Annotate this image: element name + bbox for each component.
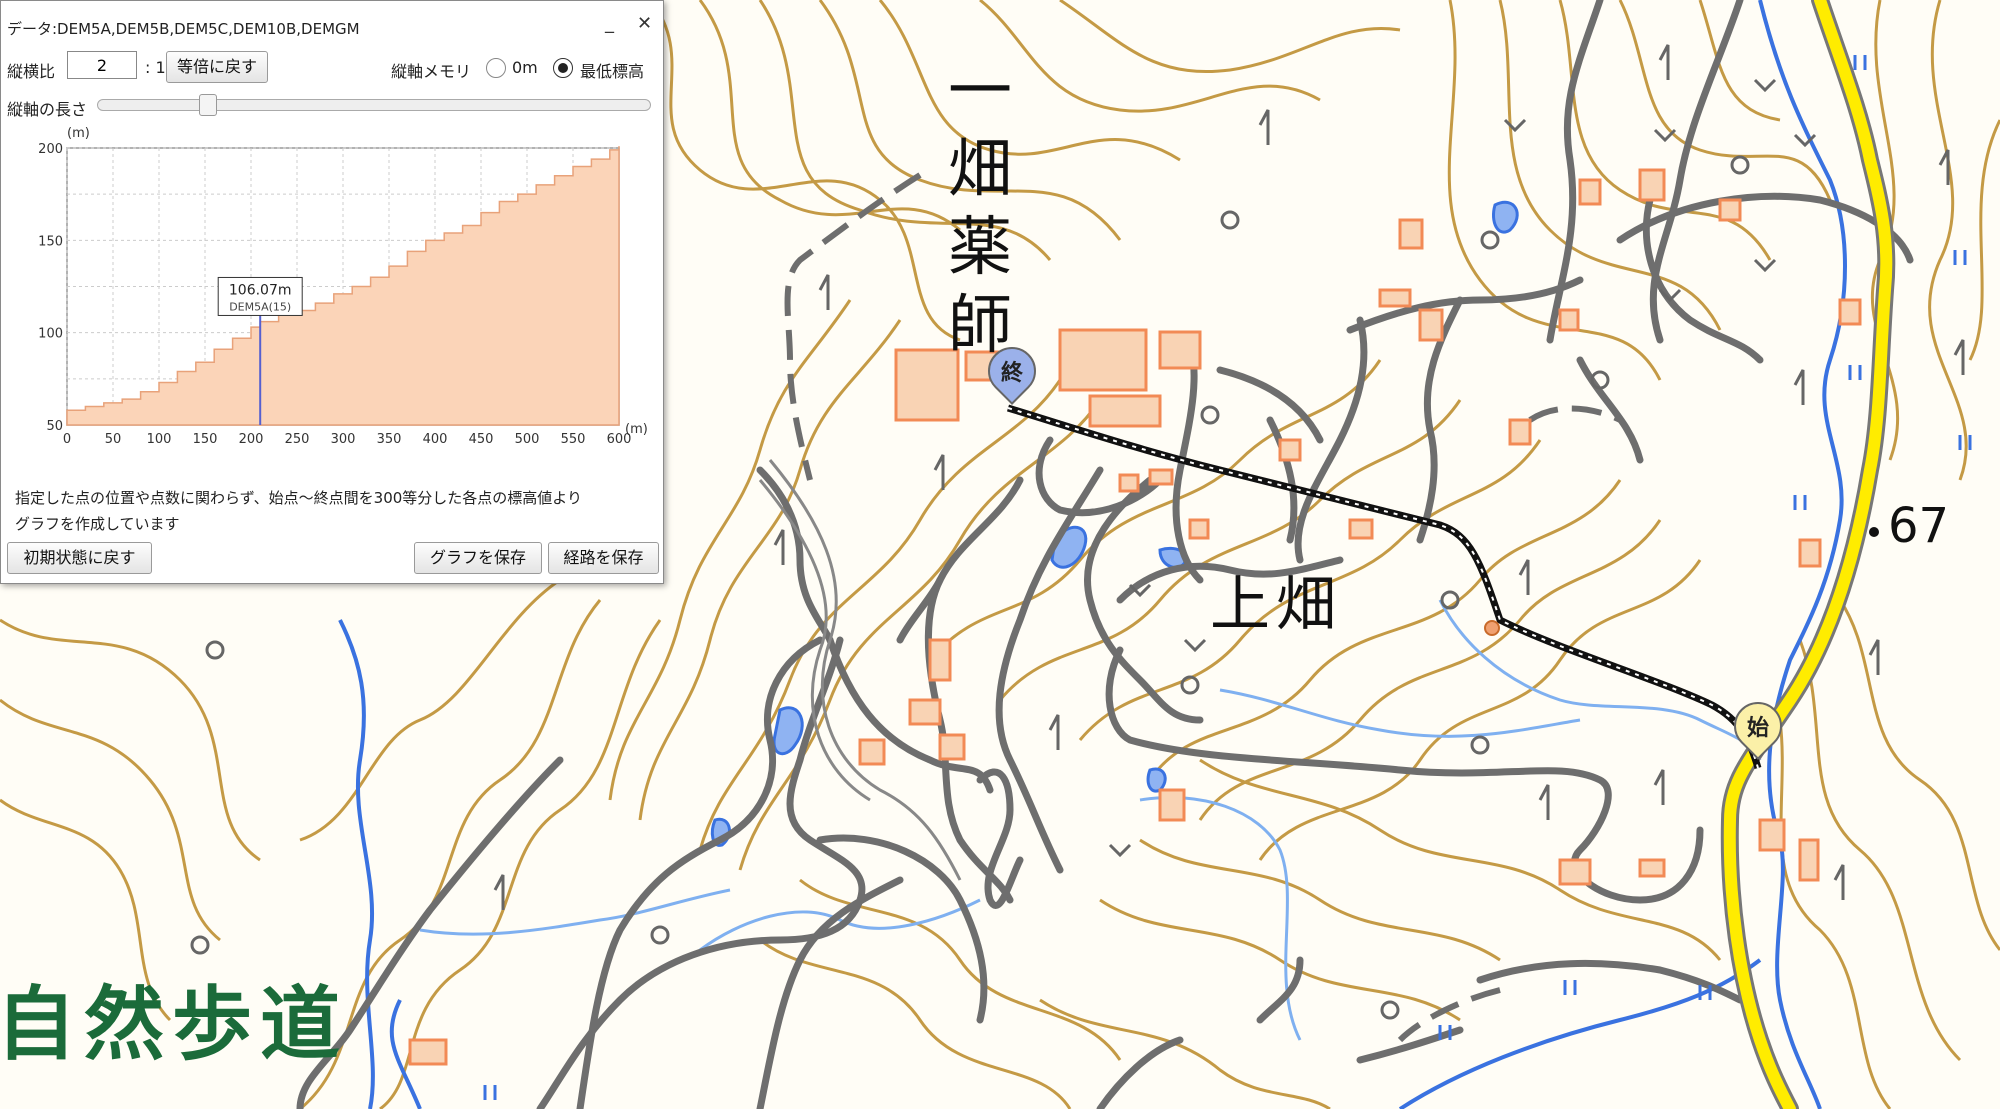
x-tick-label: 100 [147, 432, 172, 447]
profile-cursor-dot [1484, 620, 1500, 636]
x-tick-label: 350 [377, 432, 402, 447]
x-tick-label: 600 [607, 432, 632, 447]
save-graph-button[interactable]: グラフを保存 [414, 542, 542, 574]
y-tick-label: 150 [38, 234, 63, 249]
y-tick-label: 100 [38, 327, 63, 342]
aspect-ratio-suffix: : 1 [145, 58, 166, 77]
end-marker-label: 終 [1000, 361, 1024, 387]
min-elevation-radio[interactable] [553, 58, 573, 78]
minimize-button[interactable]: _ [605, 13, 614, 34]
x-tick-label: 300 [331, 432, 356, 447]
x-tick-label: 500 [515, 432, 540, 447]
aspect-ratio-label: 縦横比 [7, 62, 56, 81]
reset-ratio-button[interactable]: 等倍に戻す [166, 51, 268, 83]
zero-meter-radio[interactable] [486, 58, 506, 78]
place-name-ichihata-yakushi: 一 畑 薬 師 [940, 60, 1020, 372]
save-route-button[interactable]: 経路を保存 [548, 542, 659, 574]
elevation-chart[interactable]: (m) (m) 0 50 100 150 200 250 300 350 400 450 500 55… [1, 119, 663, 449]
zero-meter-radio-label: 0m [512, 58, 538, 77]
start-marker-label: 始 [1746, 716, 1770, 742]
axis-length-slider[interactable] [97, 99, 651, 111]
elevation-profile-panel: データ:DEM5A,DEM5B,DEM5C,DEM10B,DEMGM _ ✕ 縦… [0, 0, 664, 584]
graph-note-line1: 指定した点の位置や点数に関わらず、始点～終点間を300等分した各点の標高値より [15, 489, 582, 507]
panel-title: データ:DEM5A,DEM5B,DEM5C,DEM10B,DEMGM [7, 20, 360, 38]
reset-defaults-button[interactable]: 初期状態に戻す [7, 542, 152, 574]
place-name-char: 一 [948, 55, 1012, 129]
y-tick-label: 50 [46, 419, 63, 434]
axis-length-slider-thumb[interactable] [198, 94, 217, 116]
cursor-value-label: 106.07m [229, 282, 292, 298]
place-name-char: 畑 [948, 133, 1012, 207]
x-tick-label: 50 [105, 432, 122, 447]
x-tick-label: 400 [423, 432, 448, 447]
graph-note-line2: グラフを作成しています [15, 515, 180, 533]
x-tick-label: 0 [63, 432, 71, 447]
x-tick-label: 250 [285, 432, 310, 447]
y-axis-unit: (m) [67, 126, 90, 141]
route-number-label: 67 [1888, 498, 1950, 554]
x-tick-label: 550 [561, 432, 586, 447]
route-number-dot [1869, 527, 1879, 537]
nature-trail-label: 自然歩道 [0, 978, 348, 1071]
y-tick-labels: 50 100 150 200 [38, 142, 63, 434]
x-tick-label: 200 [239, 432, 264, 447]
place-name-kamihata: 上畑 [1210, 570, 1342, 640]
y-tick-label: 200 [38, 142, 63, 157]
vertical-scale-label: 縦軸メモリ [391, 62, 472, 81]
x-tick-label: 150 [193, 432, 218, 447]
aspect-ratio-input[interactable] [67, 51, 137, 79]
close-button[interactable]: ✕ [637, 13, 652, 34]
cursor-source-label: DEM5A(15) [229, 300, 291, 313]
place-name-char: 薬 [948, 211, 1012, 285]
axis-length-label: 縦軸の長さ [7, 100, 88, 119]
x-tick-label: 450 [469, 432, 494, 447]
x-tick-labels: 0 50 100 150 200 250 300 350 400 450 500 550 600 [63, 432, 632, 447]
min-elevation-radio-label: 最低標高 [580, 62, 645, 81]
